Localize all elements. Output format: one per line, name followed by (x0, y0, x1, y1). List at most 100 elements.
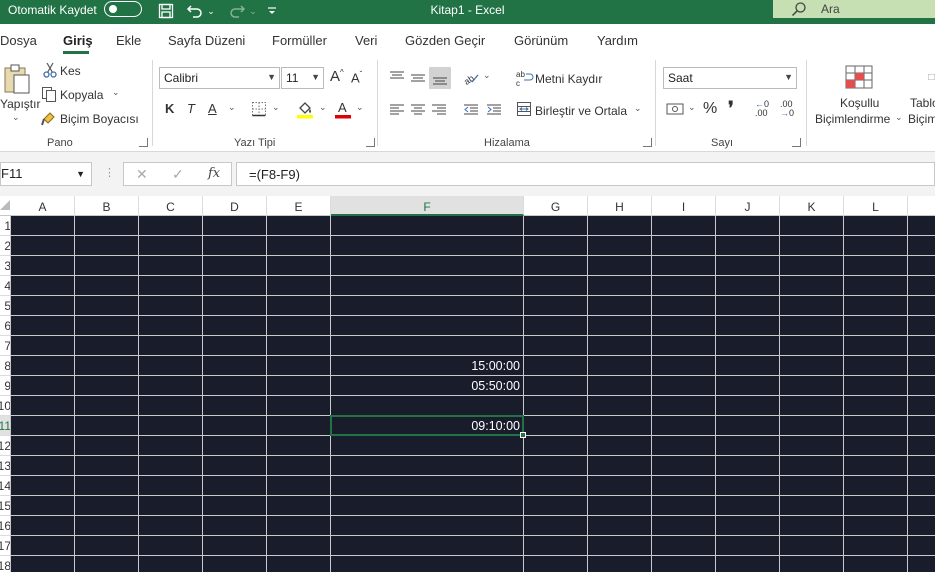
column-header-i[interactable]: I (652, 196, 716, 216)
font-name-select[interactable]: Calibri ▼ (159, 67, 280, 89)
row-header-4[interactable]: 4 (0, 276, 10, 296)
spreadsheet-grid[interactable]: 15:00:00 05:50:00 09:10:00 (11, 216, 935, 572)
column-header-k[interactable]: K (780, 196, 844, 216)
paste-icon[interactable] (0, 62, 34, 96)
merge-center-button[interactable]: Birleştir ve Ortala (535, 104, 627, 118)
align-center-icon[interactable] (408, 100, 428, 120)
column-header-a[interactable]: A (11, 196, 75, 216)
autosave-toggle[interactable] (104, 1, 142, 17)
enter-icon[interactable]: ✓ (172, 166, 184, 183)
column-header-g[interactable]: G (524, 196, 588, 216)
row-header-7[interactable]: 7 (0, 336, 10, 356)
drag-handle-icon[interactable]: ⋮ (104, 166, 115, 179)
wrap-text-button[interactable]: Metni Kaydır (535, 72, 602, 86)
percent-button[interactable]: % (703, 100, 717, 118)
column-header-e[interactable]: E (267, 196, 331, 216)
grow-font-button[interactable]: A^ (330, 68, 344, 85)
tab-file[interactable]: Dosya (0, 33, 37, 48)
increase-decimal-button[interactable]: ←0.00 (755, 100, 769, 118)
save-icon[interactable] (156, 0, 176, 22)
insert-function-button[interactable]: fx (208, 166, 220, 181)
clipboard-launcher-icon[interactable] (139, 138, 148, 147)
name-box[interactable]: F11 ▼ (0, 162, 92, 186)
fill-color-icon[interactable] (296, 99, 314, 119)
tab-view[interactable]: Görünüm (514, 33, 568, 48)
redo-dropdown-icon[interactable]: ⌄ (248, 0, 258, 22)
formula-input[interactable]: =(F8-F9) (236, 162, 935, 186)
orientation-dropdown-icon[interactable]: ⌄ (483, 70, 491, 81)
row-header-16[interactable]: 16 (0, 516, 10, 536)
conditional-formatting-label1[interactable]: Koşullu (840, 96, 879, 110)
borders-icon[interactable] (250, 100, 268, 118)
align-right-icon[interactable] (429, 100, 449, 120)
align-middle-icon[interactable] (408, 68, 428, 88)
tab-formulas[interactable]: Formüller (272, 33, 327, 48)
row-header-9[interactable]: 9 (0, 376, 10, 396)
decrease-indent-icon[interactable] (461, 100, 481, 120)
undo-icon[interactable] (184, 0, 206, 22)
copy-dropdown-icon[interactable]: ⌄ (112, 87, 120, 98)
italic-button[interactable]: T (187, 101, 195, 116)
orientation-icon[interactable]: ab (461, 68, 481, 88)
column-header-l[interactable]: L (844, 196, 908, 216)
fill-color-dropdown-icon[interactable]: ⌄ (319, 102, 327, 113)
cancel-icon[interactable]: ✕ (136, 166, 148, 183)
paste-button[interactable]: Yapıştır (0, 97, 40, 111)
number-format-select[interactable]: Saat ▼ (663, 67, 797, 89)
row-header-5[interactable]: 5 (0, 296, 10, 316)
row-header-3[interactable]: 3 (0, 256, 10, 276)
row-header-14[interactable]: 14 (0, 476, 10, 496)
row-header-6[interactable]: 6 (0, 316, 10, 336)
row-header-18[interactable]: 18 (0, 556, 10, 572)
column-header-b[interactable]: B (75, 196, 139, 216)
column-header-c[interactable]: C (139, 196, 203, 216)
tab-home[interactable]: Giriş (63, 33, 93, 48)
format-as-table-label2[interactable]: Biçim (908, 112, 935, 126)
accounting-format-icon[interactable] (665, 100, 685, 118)
font-color-icon[interactable]: A (334, 99, 352, 119)
font-color-dropdown-icon[interactable]: ⌄ (356, 102, 364, 113)
row-header-1[interactable]: 1 (0, 216, 10, 236)
tab-help[interactable]: Yardım (597, 33, 638, 48)
conditional-formatting-label2[interactable]: Biçimlendirme (815, 112, 890, 126)
conditional-dropdown-icon[interactable]: ⌄ (895, 112, 903, 123)
cell-f9[interactable]: 05:50:00 (331, 379, 520, 393)
search-box[interactable]: Ara (773, 0, 935, 18)
underline-button[interactable]: A (208, 101, 217, 116)
increase-indent-icon[interactable] (484, 100, 504, 120)
bold-button[interactable]: K (165, 101, 174, 116)
format-as-table-label1[interactable]: Tablo (910, 96, 935, 110)
accounting-dropdown-icon[interactable]: ⌄ (688, 102, 696, 113)
align-top-icon[interactable] (387, 68, 407, 88)
align-left-icon[interactable] (387, 100, 407, 120)
row-header-15[interactable]: 15 (0, 496, 10, 516)
undo-dropdown-icon[interactable]: ⌄ (206, 0, 216, 22)
column-header-j[interactable]: J (716, 196, 780, 216)
alignment-launcher-icon[interactable] (643, 138, 652, 147)
row-header-10[interactable]: 10 (0, 396, 10, 416)
select-all-button[interactable] (0, 200, 10, 210)
comma-style-button[interactable]: ❜ (728, 98, 734, 119)
fill-handle[interactable] (520, 432, 526, 438)
cell-f8[interactable]: 15:00:00 (331, 359, 520, 373)
column-header-d[interactable]: D (203, 196, 267, 216)
number-launcher-icon[interactable] (792, 138, 801, 147)
customize-toolbar-icon[interactable] (266, 0, 278, 22)
tab-data[interactable]: Veri (355, 33, 377, 48)
row-header-2[interactable]: 2 (0, 236, 10, 256)
underline-dropdown-icon[interactable]: ⌄ (228, 102, 236, 113)
font-launcher-icon[interactable] (366, 138, 375, 147)
row-header-13[interactable]: 13 (0, 456, 10, 476)
column-header-h[interactable]: H (588, 196, 652, 216)
borders-dropdown-icon[interactable]: ⌄ (272, 102, 280, 113)
tab-insert[interactable]: Ekle (116, 33, 141, 48)
shrink-font-button[interactable]: Aˇ (351, 70, 362, 85)
format-painter-button[interactable]: Biçim Boyacısı (60, 112, 139, 126)
paste-dropdown-icon[interactable]: ⌄ (12, 112, 20, 123)
tab-page-layout[interactable]: Sayfa Düzeni (168, 33, 245, 48)
merge-dropdown-icon[interactable]: ⌄ (634, 103, 642, 114)
column-header-f[interactable]: F (331, 196, 524, 216)
cut-button[interactable]: Kes (60, 64, 81, 78)
tab-review[interactable]: Gözden Geçir (405, 33, 485, 48)
row-header-8[interactable]: 8 (0, 356, 10, 376)
